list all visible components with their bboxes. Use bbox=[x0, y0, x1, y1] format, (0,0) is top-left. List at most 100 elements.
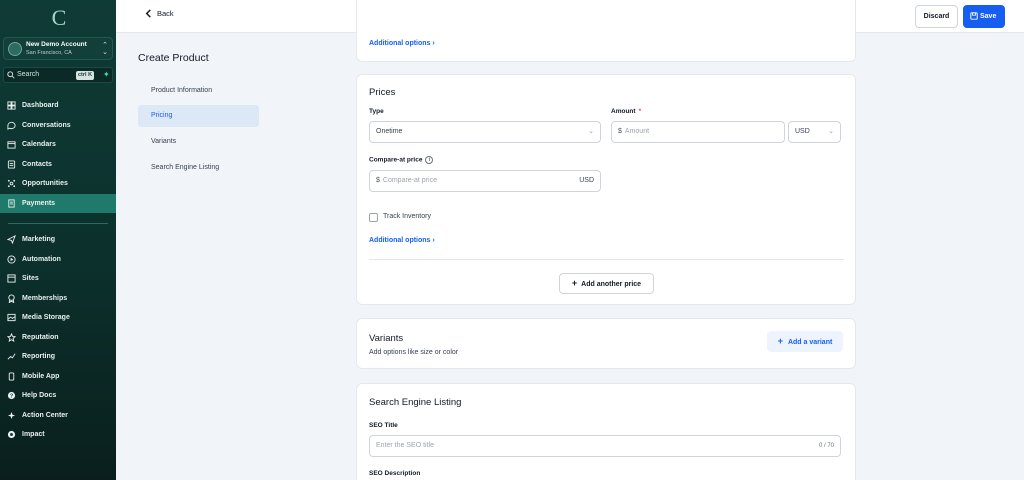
seo-title: Search Engine Listing bbox=[369, 397, 462, 408]
payments-icon bbox=[8, 198, 15, 208]
sidebar-item-automation[interactable]: Automation bbox=[0, 250, 116, 270]
seo-title-label: SEO Title bbox=[369, 422, 398, 429]
sidebar-item-label: Calendars bbox=[22, 141, 56, 148]
prices-additional-options-link[interactable]: Additional options › bbox=[369, 237, 435, 244]
amount-input[interactable]: $ Amount bbox=[611, 121, 785, 143]
sidebar-item-label: Marketing bbox=[22, 236, 56, 243]
sidebar-item-label: Contacts bbox=[22, 160, 52, 168]
dashboard-icon bbox=[7, 101, 16, 110]
mobile-icon bbox=[8, 371, 15, 381]
sidebar-item-memberships[interactable]: Memberships bbox=[0, 289, 116, 309]
compare-prefix: $ bbox=[376, 177, 380, 184]
track-inventory-checkbox[interactable] bbox=[369, 213, 378, 222]
sidebar-item-contacts[interactable]: Contacts bbox=[0, 155, 116, 175]
type-value: Onetime bbox=[376, 128, 403, 135]
discard-button[interactable]: Discard bbox=[915, 5, 958, 28]
seo-title-input[interactable]: Enter the SEO title 0 / 70 bbox=[369, 435, 841, 457]
account-name: New Demo Account bbox=[26, 41, 87, 48]
subnav-item-pricing[interactable]: Pricing bbox=[138, 105, 259, 127]
opportunities-icon bbox=[7, 179, 16, 188]
sidebar-item-label: Media Storage bbox=[22, 314, 70, 321]
ai-sparkle-icon[interactable]: ✦ bbox=[103, 70, 110, 80]
add-another-price-label: Add another price bbox=[581, 281, 642, 288]
sidebar-item-label: Sites bbox=[22, 275, 39, 282]
sidebar-item-dashboard[interactable]: Dashboard bbox=[0, 96, 116, 116]
add-another-price-button[interactable]: + Add another price bbox=[559, 273, 654, 294]
media-icon bbox=[7, 313, 16, 322]
sidebar-item-label: Help Docs bbox=[22, 392, 57, 399]
subnav-item-product-information[interactable]: Product Information bbox=[138, 80, 259, 102]
sidebar-item-label: Payments bbox=[22, 199, 56, 207]
type-select[interactable]: Onetime ⌄ bbox=[369, 121, 601, 143]
automation-icon bbox=[7, 254, 16, 264]
save-button[interactable]: Save bbox=[963, 5, 1005, 28]
prices-title: Prices bbox=[369, 87, 396, 98]
search-label: Search bbox=[17, 71, 40, 78]
currency-select[interactable]: USD ⌄ bbox=[788, 121, 841, 143]
plus-icon: + bbox=[777, 336, 783, 346]
sidebar-item-conversations[interactable]: Conversations bbox=[0, 116, 116, 136]
subnav-item-search-engine-listing[interactable]: Search Engine Listing bbox=[138, 157, 259, 179]
sidebar-item-label: Action Center bbox=[22, 411, 68, 419]
sidebar-item-impact[interactable]: Impact bbox=[0, 425, 116, 445]
sidebar-item-media-storage[interactable]: Media Storage bbox=[0, 308, 116, 328]
save-icon bbox=[970, 12, 978, 20]
seo-title-counter: 0 / 70 bbox=[818, 443, 834, 449]
currency-value: USD bbox=[795, 128, 810, 135]
additional-options-link[interactable]: Additional options › bbox=[369, 40, 435, 47]
subnav-item-variants[interactable]: Variants bbox=[138, 131, 259, 153]
reporting-icon bbox=[7, 353, 16, 360]
sidebar-item-sites[interactable]: Sites bbox=[0, 269, 116, 289]
action-center-icon bbox=[7, 411, 16, 419]
search-shortcut-badge: ctrl K bbox=[76, 71, 95, 80]
add-variant-label: Add a variant bbox=[787, 339, 833, 346]
chevron-down-icon: ⌄ bbox=[588, 128, 594, 135]
compare-currency: USD bbox=[579, 177, 594, 184]
sidebar-search[interactable]: Search ctrl K ✦ bbox=[3, 67, 113, 83]
brand-logo[interactable]: C bbox=[48, 6, 70, 30]
compare-at-price-input[interactable]: $ Compare-at price USD bbox=[369, 170, 601, 192]
sidebar-item-reporting[interactable]: Reporting bbox=[0, 347, 116, 367]
save-label: Save bbox=[980, 13, 997, 20]
sidebar-item-label: Automation bbox=[22, 255, 61, 263]
plus-icon: + bbox=[571, 278, 578, 288]
nav-divider bbox=[8, 223, 108, 224]
sidebar-item-marketing[interactable]: Marketing bbox=[0, 230, 116, 250]
sidebar-item-calendars[interactable]: Calendars bbox=[0, 135, 116, 155]
sidebar-item-opportunities[interactable]: Opportunities bbox=[0, 174, 116, 194]
marketing-icon bbox=[7, 235, 16, 244]
seo-title-placeholder: Enter the SEO title bbox=[376, 442, 434, 449]
account-switcher[interactable]: New Demo Account San Francisco, CA ⌃ ⌄ bbox=[3, 37, 113, 60]
sidebar-item-label: Conversations bbox=[22, 121, 71, 129]
compare-placeholder: Compare-at price bbox=[382, 177, 437, 184]
info-icon[interactable]: i bbox=[425, 156, 434, 164]
divider bbox=[369, 259, 844, 260]
help-icon: ? bbox=[7, 391, 16, 399]
sidebar-item-help-docs[interactable]: ? Help Docs bbox=[0, 386, 116, 406]
search-icon bbox=[7, 71, 15, 79]
chevron-down-icon: ⌄ bbox=[828, 128, 834, 135]
track-inventory-label: Track Inventory bbox=[383, 213, 431, 220]
sidebar-item-reputation[interactable]: Reputation bbox=[0, 328, 116, 348]
prices-card: Prices Type Onetime ⌄ Amount * $ Amount US… bbox=[356, 74, 856, 305]
variants-card: Variants Add options like size or color … bbox=[356, 318, 856, 369]
memberships-icon bbox=[8, 293, 15, 303]
sidebar-item-label: Impact bbox=[22, 431, 45, 438]
sidebar-item-label: Reporting bbox=[22, 353, 56, 360]
sidebar-item-mobile-app[interactable]: Mobile App bbox=[0, 367, 116, 387]
account-avatar-icon bbox=[8, 42, 22, 56]
sidebar-item-label: Dashboard bbox=[22, 102, 59, 109]
product-info-card: Additional options › bbox=[356, 0, 856, 62]
chat-icon bbox=[7, 121, 16, 130]
variants-subtitle: Add options like size or color bbox=[369, 349, 459, 356]
amount-placeholder: Amount bbox=[624, 128, 650, 135]
amount-label: Amount * bbox=[611, 108, 642, 115]
sidebar-item-payments[interactable]: Payments bbox=[0, 193, 116, 213]
type-label: Type bbox=[369, 108, 384, 115]
sidebar-item-action-center[interactable]: Action Center bbox=[0, 406, 116, 426]
sidebar-nav: Dashboard Conversations Calendars Contacts O… bbox=[0, 96, 116, 445]
add-variant-button[interactable]: + Add a variant bbox=[767, 331, 843, 352]
impact-icon bbox=[7, 430, 16, 439]
sidebar-item-label: Reputation bbox=[22, 333, 59, 341]
account-location: San Francisco, CA bbox=[26, 50, 72, 56]
